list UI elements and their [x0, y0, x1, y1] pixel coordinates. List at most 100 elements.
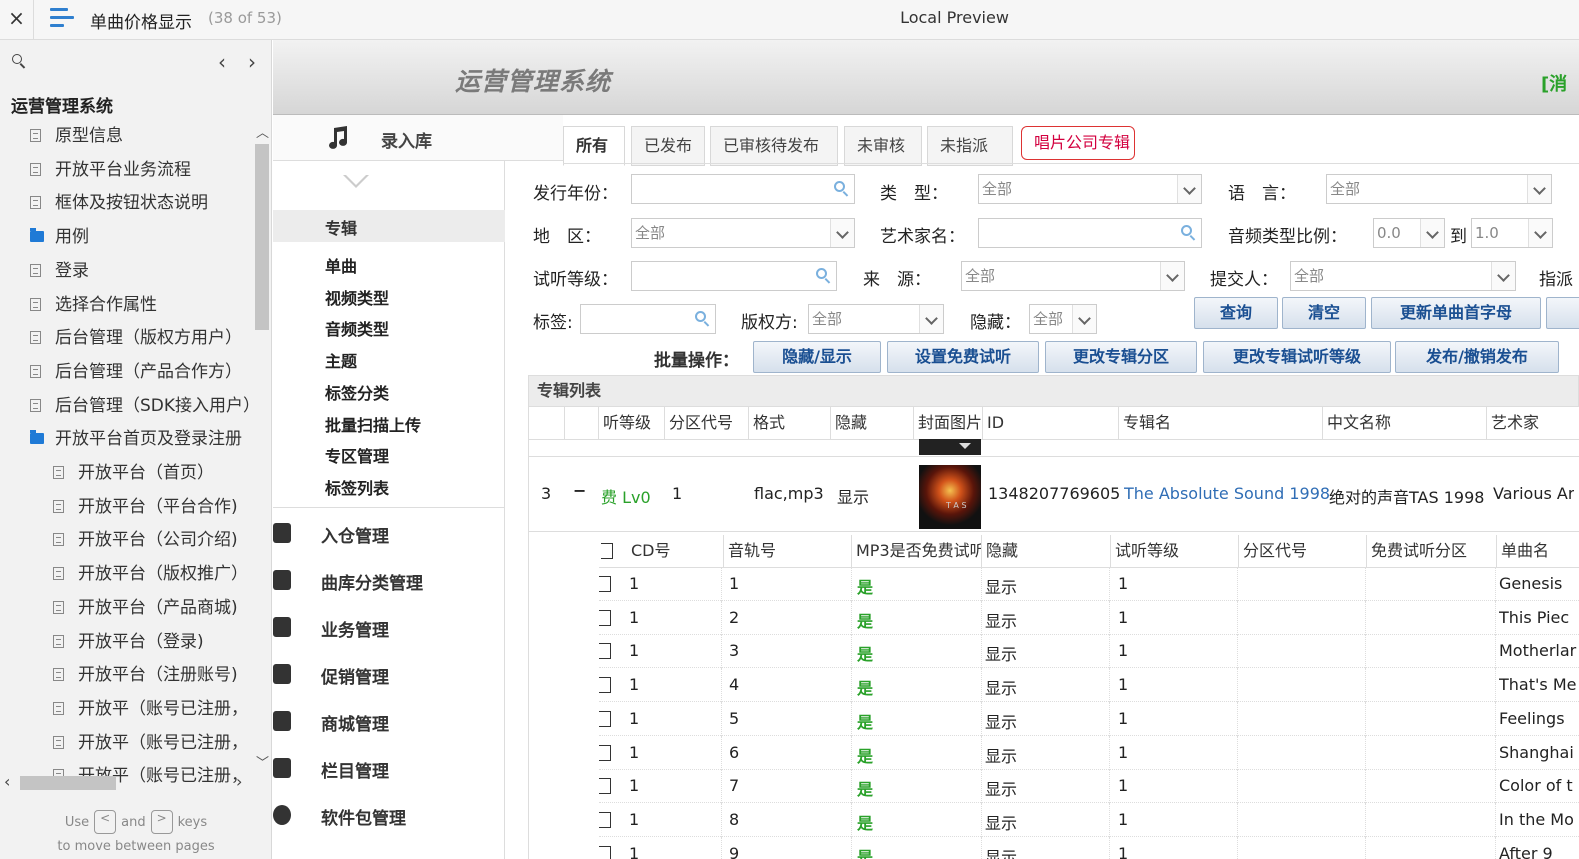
column-header[interactable]: 艺术家: [1487, 407, 1579, 439]
nav-group[interactable]: 业务管理: [273, 609, 505, 649]
select-all-checkbox[interactable]: [601, 543, 613, 559]
column-header[interactable]: 分区代号: [665, 407, 749, 439]
more-button[interactable]: [1546, 297, 1579, 329]
tree-item[interactable]: 开放平台（版权推广）: [53, 558, 271, 590]
tab-5[interactable]: 唱片公司专辑: [1021, 126, 1135, 160]
nav-sub-item[interactable]: 单曲: [325, 253, 357, 277]
release-year-input[interactable]: [631, 174, 855, 204]
source-select[interactable]: 全部: [961, 261, 1185, 291]
search-icon[interactable]: [695, 311, 710, 327]
trial-level-input[interactable]: [631, 261, 837, 291]
track-column-header[interactable]: 试听等级: [1111, 535, 1239, 567]
track-row[interactable]: 1 6 是 显示 1 Shanghai: [599, 735, 1579, 770]
tree-item[interactable]: 开放平台（登录): [53, 626, 271, 658]
row-checkbox[interactable]: [599, 643, 611, 660]
region-select[interactable]: 全部: [631, 218, 855, 248]
scroll-down-icon[interactable]: ﹀: [256, 752, 269, 771]
chevron-down-icon[interactable]: [1072, 305, 1096, 333]
track-row[interactable]: 1 7 是 显示 1 Color of t: [599, 769, 1579, 804]
scroll-right-icon[interactable]: ›: [236, 772, 242, 791]
tree-item[interactable]: 登录: [30, 255, 270, 287]
batch-action-button[interactable]: 更改专辑试听等级: [1203, 341, 1391, 373]
column-header[interactable]: 封面图片: [914, 407, 983, 439]
batch-action-button[interactable]: 发布/撤销发布: [1395, 341, 1559, 373]
scroll-up-icon[interactable]: ︿: [256, 122, 269, 141]
track-row[interactable]: 1 2 是 显示 1 This Piec: [599, 600, 1579, 635]
row-checkbox[interactable]: [599, 778, 611, 795]
track-column-header[interactable]: 音轨号: [724, 535, 852, 567]
tab-0[interactable]: 所有: [563, 126, 625, 166]
hidden-select[interactable]: 全部: [1029, 304, 1097, 334]
copyright-select[interactable]: 全部: [808, 304, 944, 334]
tree-item[interactable]: 开放平台首页及登录注册: [30, 423, 270, 455]
tag-input[interactable]: [580, 304, 716, 334]
chevron-down-icon[interactable]: [830, 219, 854, 247]
tree-item[interactable]: 开放平台业务流程: [30, 154, 270, 186]
chevron-down-icon[interactable]: [1527, 175, 1551, 203]
search-icon[interactable]: [834, 181, 849, 197]
scroll-left-icon[interactable]: ‹: [4, 772, 10, 791]
batch-action-button[interactable]: 更改专辑分区: [1045, 341, 1197, 373]
tree-item[interactable]: 开放平台（平台合作): [53, 491, 271, 523]
column-header[interactable]: 中文名称: [1323, 407, 1487, 439]
track-column-header[interactable]: 单曲名: [1497, 535, 1579, 567]
chevron-down-icon[interactable]: [1160, 262, 1184, 290]
tree-item[interactable]: 开放平（账号已注册，: [53, 727, 271, 759]
tab-1[interactable]: 已发布: [631, 126, 705, 166]
nav-group[interactable]: 商城管理: [273, 703, 505, 743]
ratio-to-select[interactable]: 1.0: [1471, 218, 1553, 248]
nav-top-item[interactable]: 录入库: [273, 115, 563, 161]
row-checkbox[interactable]: [599, 576, 611, 592]
tree-item[interactable]: 选择合作属性: [30, 289, 270, 321]
tree-root[interactable]: 运营管理系统: [11, 92, 113, 117]
tree-item[interactable]: 原型信息: [30, 120, 270, 152]
search-icon[interactable]: [816, 268, 831, 284]
track-row[interactable]: 1 4 是 显示 1 That's Me: [599, 668, 1579, 703]
column-header[interactable]: 隐藏: [831, 407, 914, 439]
nav-sub-item[interactable]: 标签分类: [325, 380, 389, 404]
tree-item[interactable]: 后台管理（SDK接入用户）: [30, 390, 270, 422]
tab-3[interactable]: 未审核: [844, 126, 922, 166]
track-column-header[interactable]: 分区代号: [1239, 535, 1367, 567]
prev-page-button[interactable]: ‹: [218, 50, 226, 74]
row-checkbox[interactable]: [599, 811, 611, 828]
nav-sub-item[interactable]: 主题: [325, 348, 357, 372]
collapse-icon[interactable]: −: [573, 481, 586, 500]
nav-group[interactable]: 入仓管理: [273, 515, 505, 555]
column-header[interactable]: 听等级: [599, 407, 665, 439]
nav-group[interactable]: 软件包管理: [273, 797, 505, 837]
type-select[interactable]: 全部: [978, 174, 1202, 204]
row-checkbox[interactable]: [599, 845, 611, 859]
tree-item[interactable]: 用例: [30, 221, 270, 253]
chevron-down-icon[interactable]: [1420, 219, 1444, 247]
track-column-header[interactable]: 免费试听分区: [1367, 535, 1497, 567]
search-icon[interactable]: [12, 54, 26, 69]
nav-group[interactable]: 促销管理: [273, 656, 505, 696]
row-checkbox[interactable]: [599, 677, 611, 694]
track-column-header[interactable]: 隐藏: [982, 535, 1111, 567]
language-select[interactable]: 全部: [1326, 174, 1552, 204]
tree-item[interactable]: 开放平台（产品商城): [53, 592, 271, 624]
update-initials-button[interactable]: 更新单曲首字母: [1371, 297, 1541, 329]
hscroll-thumb[interactable]: [20, 776, 116, 790]
track-row[interactable]: 1 5 是 显示 1 Feelings: [599, 701, 1579, 736]
row-album-name[interactable]: The Absolute Sound 1998: [1124, 484, 1330, 503]
nav-group[interactable]: 栏目管理: [273, 750, 505, 790]
batch-action-button[interactable]: 隐藏/显示: [753, 341, 881, 373]
tree-item[interactable]: 开放平台（公司介绍): [53, 524, 271, 556]
tab-4[interactable]: 未指派: [927, 126, 1013, 166]
tree-item[interactable]: 框体及按钮状态说明: [30, 187, 270, 219]
row-checkbox[interactable]: [599, 710, 611, 727]
tree-item[interactable]: 后台管理（产品合作方）: [30, 356, 270, 388]
clear-button[interactable]: 清空: [1282, 297, 1366, 329]
track-row[interactable]: 1 8 是 显示 1 In the Mo: [599, 802, 1579, 837]
artist-input[interactable]: [978, 218, 1202, 248]
tab-2[interactable]: 已审核待发布: [710, 126, 838, 166]
query-button[interactable]: 查询: [1194, 297, 1278, 329]
vertical-scrollbar[interactable]: ︿ ﹀: [252, 122, 270, 772]
next-page-button[interactable]: ›: [248, 50, 256, 74]
row-checkbox[interactable]: [599, 744, 611, 761]
submitter-select[interactable]: 全部: [1290, 261, 1516, 291]
horizontal-scrollbar[interactable]: ‹ ›: [0, 772, 252, 792]
nav-section-album[interactable]: 专辑: [273, 210, 505, 242]
